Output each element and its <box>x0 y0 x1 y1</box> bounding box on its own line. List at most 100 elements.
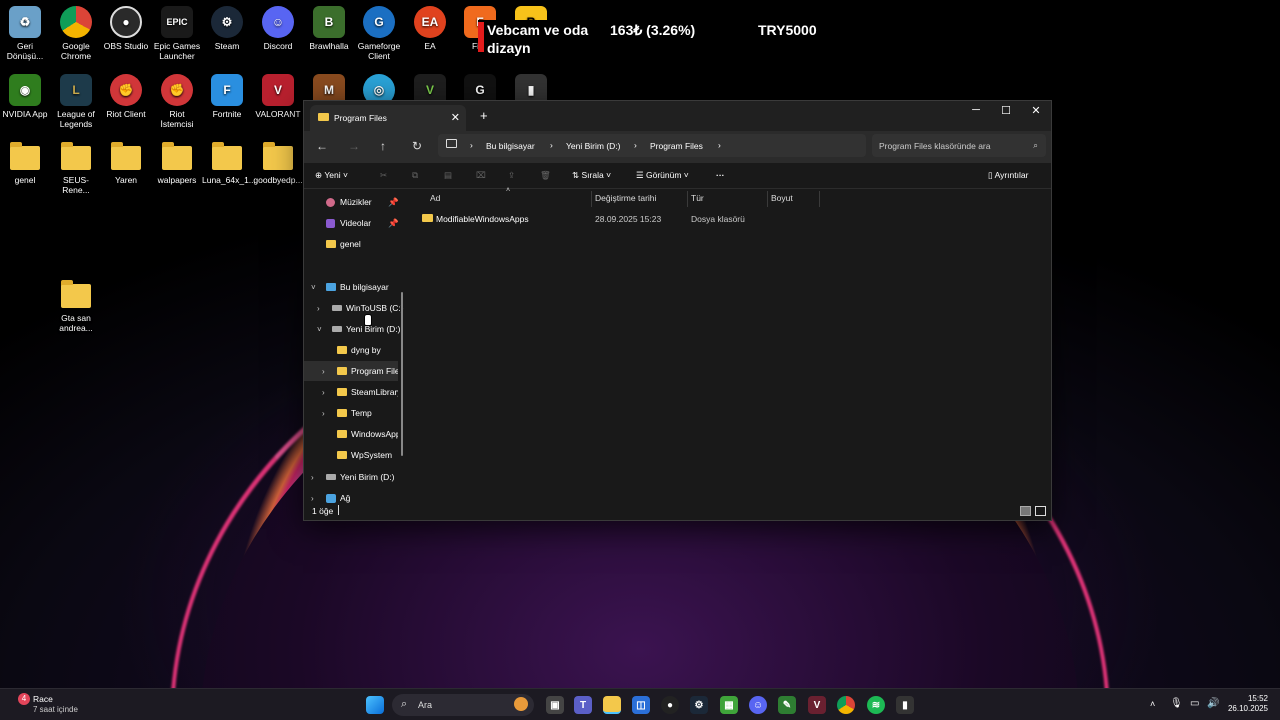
new-button[interactable]: ⊕ Yeni ˅ <box>315 170 348 181</box>
tab-program-files[interactable]: Program Files ✕ <box>310 105 466 131</box>
taskbar-search[interactable]: ⌕ Ara <box>392 694 534 716</box>
desktop-icon-walpapers[interactable]: walpapers <box>152 142 202 185</box>
volume-icon[interactable]: 🔊 <box>1207 698 1219 709</box>
refresh-icon[interactable]: ↻ <box>412 139 422 153</box>
tiles-view-icon[interactable] <box>1035 506 1046 516</box>
column-divider[interactable] <box>591 191 592 207</box>
desktop-icon-yaren[interactable]: Yaren <box>101 142 151 185</box>
valorant-taskbar-icon[interactable]: V <box>808 696 826 714</box>
notepad-taskbar-icon[interactable]: ✎ <box>778 696 796 714</box>
column-header-type[interactable]: Tür <box>691 193 704 203</box>
desktop-icon-league[interactable]: L League of Legends <box>51 74 101 129</box>
desktop-icon-riot-client[interactable]: ✊ Riot Client <box>101 74 151 119</box>
desktop-icon-brawlhalla[interactable]: B Brawlhalla <box>304 6 354 51</box>
game-taskbar-icon[interactable]: ▮ <box>896 696 914 714</box>
sidebar-item-wpsystem[interactable]: WpSystem <box>304 445 404 465</box>
sidebar-item-windowsapps[interactable]: WindowsApps <box>304 424 398 444</box>
spotify-taskbar-icon[interactable]: ≋ <box>867 696 885 714</box>
desktop-icon-gameforge[interactable]: G Gameforge Client <box>354 6 404 61</box>
chevron-down-icon[interactable]: ˅ <box>311 283 316 292</box>
minimize-icon[interactable]: ─ <box>961 104 991 116</box>
column-header-date[interactable]: Değiştirme tarihi <box>595 193 656 203</box>
paste-icon[interactable]: ▤ <box>444 170 452 181</box>
sidebar-item-temp[interactable]: › Temp <box>304 403 404 423</box>
task-view-icon[interactable]: ▣ <box>546 696 564 714</box>
chevron-right-icon[interactable]: › <box>322 367 325 376</box>
chevron-right-icon[interactable]: › <box>322 409 325 418</box>
details-button[interactable]: ▯ Ayrıntılar <box>988 170 1028 181</box>
teams-icon[interactable]: T <box>574 696 592 714</box>
chevron-right-icon[interactable]: › <box>322 388 325 397</box>
cut-icon[interactable]: ✂ <box>380 170 387 181</box>
chevron-right-icon[interactable]: › <box>311 473 314 482</box>
sidebar-item-dyng-by[interactable]: dyng by <box>304 340 404 360</box>
microphone-icon[interactable]: 🎙 <box>1170 698 1183 709</box>
desktop-icon-valorant[interactable]: V VALORANT <box>253 74 303 119</box>
copy-icon[interactable]: ⧉ <box>412 170 418 181</box>
store-icon[interactable]: ◫ <box>632 696 650 714</box>
start-icon[interactable] <box>366 696 384 714</box>
breadcrumb-program-files[interactable]: Program Files <box>650 141 703 151</box>
column-header-name[interactable]: Ad <box>430 193 440 203</box>
sort-button[interactable]: ⇅ Sırala ˅ <box>572 170 611 181</box>
desktop-icon-epic[interactable]: EPIC Epic Games Launcher <box>152 6 202 61</box>
desktop-icon-steam[interactable]: ⚙ Steam <box>202 6 252 51</box>
rename-icon[interactable]: ⌧ <box>476 170 486 181</box>
column-divider[interactable] <box>687 191 688 207</box>
desktop-icon-genel[interactable]: genel <box>0 142 50 185</box>
chevron-down-icon[interactable]: ˅ <box>317 325 322 334</box>
desktop-icon-ea[interactable]: EA EA <box>405 6 455 51</box>
desktop-icon-nvidia[interactable]: ◉ NVIDIA App <box>0 74 50 119</box>
sidebar-item-steamlibrary[interactable]: › SteamLibrary <box>304 382 398 402</box>
share-icon[interactable]: ⇪ <box>508 170 515 181</box>
column-divider[interactable] <box>767 191 768 207</box>
obs-taskbar-icon[interactable]: ● <box>661 696 679 714</box>
desktop-icon-riot-istemcisi[interactable]: ✊ Riot İstemcisi <box>152 74 202 129</box>
view-button[interactable]: ☰ Görünüm ˅ <box>636 170 689 181</box>
network-tray-icon[interactable]: ▭ <box>1190 698 1199 709</box>
pin-icon[interactable]: 📌 <box>388 197 399 208</box>
column-divider[interactable] <box>819 191 820 207</box>
desktop-icon-chrome[interactable]: Google Chrome <box>51 6 101 61</box>
desktop-icon-discord[interactable]: ☺ Discord <box>253 6 303 51</box>
sidebar-item-videolar[interactable]: Videolar 📌 <box>304 213 404 233</box>
column-header-size[interactable]: Boyut <box>771 193 793 203</box>
close-tab-icon[interactable]: ✕ <box>451 111 460 124</box>
file-explorer-icon[interactable] <box>603 696 621 714</box>
sidebar-item-program-files[interactable]: ›Program Files <box>304 361 398 381</box>
breadcrumb-drive-d[interactable]: Yeni Birim (D:) <box>566 141 620 151</box>
sidebar-item-this-pc[interactable]: ˅ Bu bilgisayar <box>304 277 404 297</box>
sidebar-item-drive-c[interactable]: › WinToUSB (C:) <box>304 298 404 318</box>
desktop-icon-goodbye[interactable]: goodbyedp... <box>253 142 303 185</box>
chevron-up-icon[interactable]: ˄ <box>1150 699 1155 709</box>
discord-taskbar-icon[interactable]: ☺ <box>749 696 767 714</box>
desktop-icon-gta-san[interactable]: Gta san andrea... <box>51 280 101 333</box>
desktop-icon-luna[interactable]: Luna_64x_1... <box>202 142 256 185</box>
weather-widget-subtitle[interactable]: 7 saat içinde <box>33 705 78 714</box>
details-view-icon[interactable] <box>1020 506 1031 516</box>
maximize-icon[interactable]: ☐ <box>991 104 1021 117</box>
sidebar-item-genel[interactable]: genel <box>304 234 404 254</box>
desktop-icon-obs[interactable]: ● OBS Studio <box>101 6 151 51</box>
more-options-icon[interactable]: ··· <box>716 170 725 180</box>
chrome-taskbar-icon[interactable] <box>837 696 855 714</box>
desktop-icon-recycle-bin[interactable]: ♻ Geri Dönüşü... <box>0 6 50 61</box>
new-tab-icon[interactable]: + <box>480 108 488 123</box>
sidebar-item-drive-d-2[interactable]: › Yeni Birim (D:) <box>304 467 404 487</box>
address-bar[interactable]: › Bu bilgisayar › Yeni Birim (D:) › Prog… <box>438 134 866 157</box>
system-clock[interactable]: 15:52 26.10.2025 <box>1228 694 1268 714</box>
pin-icon[interactable]: 📌 <box>388 218 399 229</box>
navigation-scrollbar[interactable] <box>401 292 403 456</box>
delete-icon[interactable]: 🗑 <box>540 170 551 181</box>
desktop-icon-fortnite[interactable]: F Fortnite <box>202 74 252 119</box>
back-icon[interactable]: ← <box>316 139 328 153</box>
steam-taskbar-icon[interactable]: ⚙ <box>690 696 708 714</box>
weather-widget-title[interactable]: Race <box>33 694 53 704</box>
chevron-right-icon[interactable]: › <box>317 304 320 313</box>
search-box[interactable]: Program Files klasöründe ara ⌕ <box>872 134 1046 157</box>
breadcrumb-this-pc[interactable]: Bu bilgisayar <box>486 141 535 151</box>
desktop-icon-seus[interactable]: SEUS-Rene... <box>51 142 101 195</box>
forward-icon[interactable]: → <box>348 139 360 153</box>
minecraft-taskbar-icon[interactable]: ▦ <box>720 696 738 714</box>
sidebar-item-drive-d[interactable]: ˅ Yeni Birim (D:) <box>304 319 404 339</box>
